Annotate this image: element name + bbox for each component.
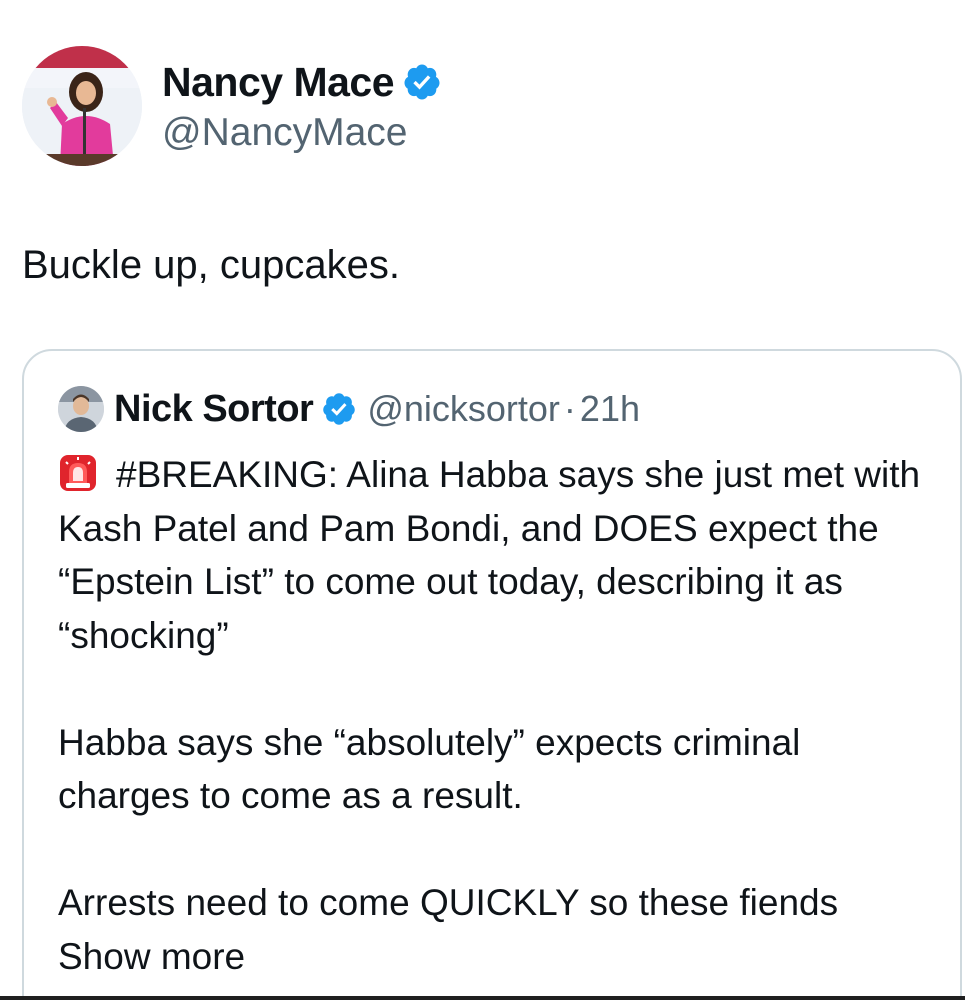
author-name[interactable]: Nancy Mace	[162, 56, 442, 108]
quoted-author-handle[interactable]: @nicksortor	[367, 388, 560, 430]
quoted-author-name[interactable]: Nick Sortor	[114, 388, 314, 431]
quoted-tweet-card[interactable]: Nick Sortor @nicksortor · 21h #BREAKING:…	[22, 349, 962, 1000]
bottom-edge-strip	[0, 996, 965, 1000]
separator-dot: ·	[563, 388, 576, 429]
quoted-paragraph-2: Habba says she “absolutely” expects crim…	[58, 721, 801, 817]
quoted-verified-badge-icon	[321, 391, 357, 427]
author-handle[interactable]: @NancyMace	[162, 108, 408, 158]
author-name-text: Nancy Mace	[162, 59, 395, 105]
tweet-screenshot: Nancy Mace @NancyMace Buckle up, cupcake…	[0, 0, 965, 1000]
quoted-paragraph-3: Arrests need to come QUICKLY so these fi…	[58, 876, 938, 983]
police-siren-icon	[58, 453, 98, 493]
avatar-photo	[22, 46, 142, 166]
tweet-text: Buckle up, cupcakes.	[22, 243, 400, 287]
verified-badge-icon	[402, 62, 442, 102]
quoted-paragraph-3-text: Arrests need to come QUICKLY so these fi…	[58, 882, 839, 923]
quoted-tweet-time[interactable]: 21h	[580, 388, 640, 430]
quoted-author-avatar[interactable]	[58, 386, 104, 432]
quoted-paragraph-1-text: #BREAKING: Alina Habba says she just met…	[58, 454, 921, 656]
quoted-tweet-body: #BREAKING: Alina Habba says she just met…	[58, 448, 938, 983]
quoted-paragraph-1: #BREAKING: Alina Habba says she just met…	[58, 448, 938, 662]
author-avatar[interactable]	[22, 46, 142, 166]
quoted-tweet-header: Nick Sortor @nicksortor · 21h	[58, 383, 640, 435]
show-more-link[interactable]: Show more	[58, 936, 245, 977]
quoted-avatar-photo	[58, 386, 104, 432]
